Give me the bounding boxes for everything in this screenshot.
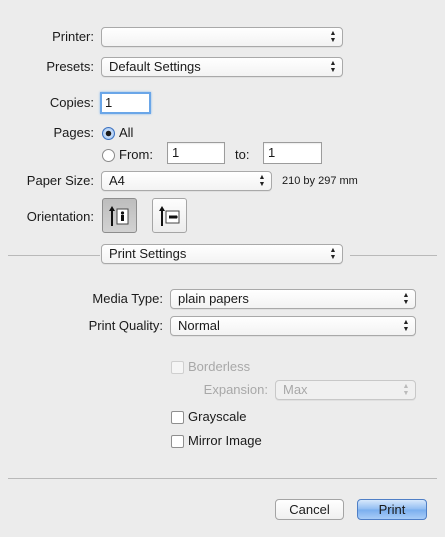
media-type-label: Media Type: [92, 291, 163, 306]
pages-to-label: to: [235, 147, 250, 162]
printer-label: Printer: [52, 29, 94, 44]
print-settings-section-popup[interactable]: Print Settings ▲ ▼ [101, 244, 343, 264]
mirror-image-label[interactable]: Mirror Image [188, 431, 262, 451]
print-quality-label: Print Quality: [88, 318, 163, 333]
orientation-label: Orientation: [26, 209, 94, 224]
pages-all-radio[interactable] [102, 127, 115, 140]
grayscale-checkbox[interactable] [171, 411, 184, 424]
paper-size-popup[interactable]: A4 ▲ ▼ [101, 171, 272, 191]
divider [8, 478, 437, 479]
paper-dimensions: 210 by 297 mm [282, 175, 358, 187]
print-quality-value: Normal [178, 318, 220, 333]
expansion-popup[interactable]: Max ▲ ▼ [275, 380, 416, 400]
updown-arrows-icon: ▲ ▼ [402, 383, 410, 397]
updown-arrows-icon: ▲ ▼ [402, 292, 410, 306]
paper-size-value: A4 [109, 173, 125, 188]
media-type-value: plain papers [178, 291, 249, 306]
presets-popup[interactable]: Default Settings ▲ ▼ [101, 57, 343, 77]
borderless-label: Borderless [188, 359, 251, 374]
updown-arrows-icon: ▲ ▼ [329, 30, 337, 44]
orientation-portrait-button[interactable] [102, 198, 137, 233]
divider [350, 255, 437, 256]
presets-label: Presets: [46, 59, 94, 74]
updown-arrows-icon: ▲ ▼ [329, 247, 337, 261]
printer-popup[interactable]: ▲ ▼ [101, 27, 343, 47]
expansion-value: Max [283, 382, 308, 397]
copies-field[interactable]: 1 [100, 92, 151, 114]
pages-from-label[interactable]: From: [119, 145, 153, 165]
expansion-label: Expansion: [203, 382, 268, 397]
cancel-button[interactable]: Cancel [275, 499, 344, 520]
divider [8, 255, 100, 256]
presets-value: Default Settings [109, 59, 201, 74]
updown-arrows-icon: ▲ ▼ [329, 60, 337, 74]
grayscale-label[interactable]: Grayscale [188, 407, 247, 427]
pages-from-radio[interactable] [102, 149, 115, 162]
pages-label: Pages: [53, 125, 94, 140]
orientation-landscape-button[interactable] [152, 198, 187, 233]
pages-all-label[interactable]: All [119, 123, 133, 143]
portrait-orientation-icon [109, 206, 129, 226]
media-type-popup[interactable]: plain papers ▲ ▼ [170, 289, 416, 309]
updown-arrows-icon: ▲ ▼ [402, 319, 410, 333]
copies-label: Copies: [49, 95, 94, 110]
pages-to-field[interactable]: 1 [263, 142, 322, 164]
mirror-image-checkbox[interactable] [171, 435, 184, 448]
section-menu-value: Print Settings [109, 246, 187, 261]
print-quality-popup[interactable]: Normal ▲ ▼ [170, 316, 416, 336]
updown-arrows-icon: ▲ ▼ [258, 174, 266, 188]
paper-size-label: Paper Size: [26, 173, 94, 188]
landscape-orientation-icon [159, 206, 180, 226]
borderless-checkbox[interactable] [171, 361, 184, 374]
pages-from-field[interactable]: 1 [167, 142, 225, 164]
print-button[interactable]: Print [357, 499, 427, 520]
